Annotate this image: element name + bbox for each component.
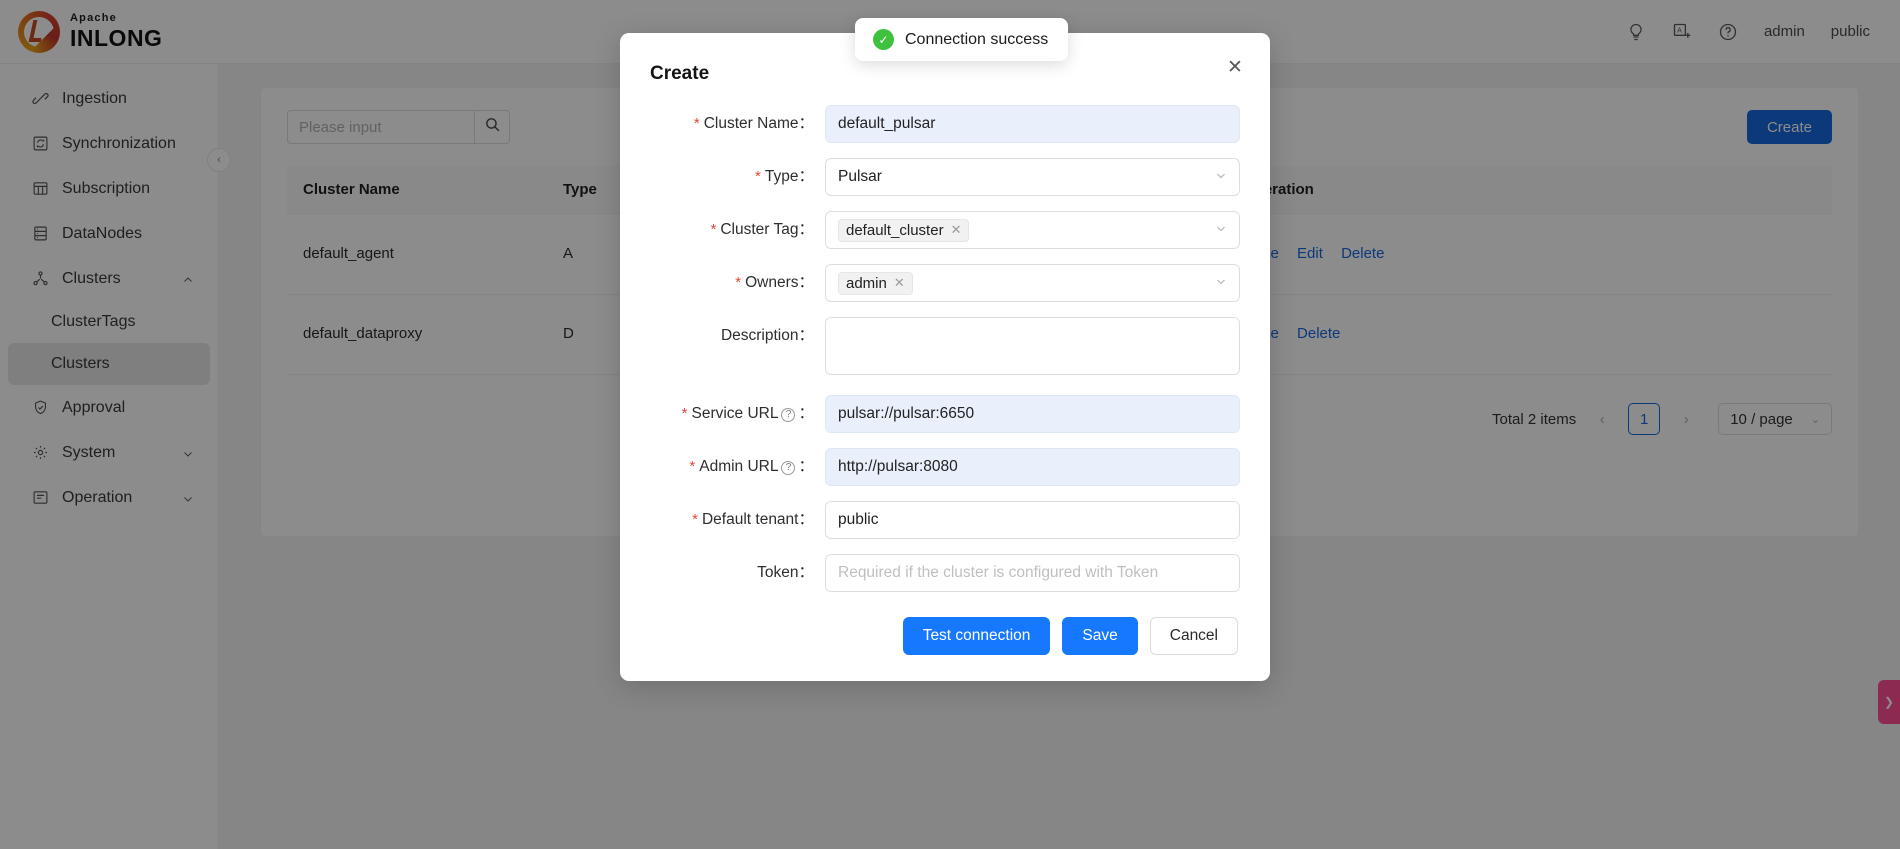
modal-title: Create [650, 63, 1240, 85]
required-marker: * [755, 168, 761, 185]
save-button[interactable]: Save [1062, 617, 1137, 655]
default-tenant-input[interactable] [825, 501, 1240, 539]
chevron-down-icon [1215, 223, 1227, 238]
help-icon[interactable]: ? [781, 461, 795, 475]
selected-tag: admin ✕ [838, 272, 913, 295]
owners-select[interactable]: admin ✕ [825, 264, 1240, 302]
help-icon[interactable]: ? [781, 408, 795, 422]
label-text: Description [721, 327, 799, 344]
field-cluster-name: *Cluster Name： [650, 105, 1240, 143]
field-label: *Type： [650, 158, 825, 196]
app-root: Apache INLONG A [0, 0, 1900, 849]
required-marker: * [735, 274, 741, 291]
label-text: Owners [745, 274, 798, 291]
required-marker: * [694, 115, 700, 132]
field-cluster-tag: *Cluster Tag： default_cluster ✕ [650, 211, 1240, 249]
tag-remove-icon[interactable]: ✕ [894, 275, 905, 291]
label-text: Service URL [691, 405, 778, 422]
label-text: Cluster Tag [720, 221, 798, 238]
cancel-button[interactable]: Cancel [1150, 617, 1238, 655]
toast-message: Connection success [905, 31, 1048, 49]
cluster-tag-select[interactable]: default_cluster ✕ [825, 211, 1240, 249]
selected-tag: default_cluster ✕ [838, 219, 969, 242]
label-text: Type [765, 168, 799, 185]
field-default-tenant: *Default tenant： [650, 501, 1240, 539]
check-circle-icon: ✓ [873, 29, 894, 50]
modal-footer: Test connection Save Cancel [650, 617, 1240, 655]
field-label: *Owners： [650, 264, 825, 302]
toast-notification: ✓ Connection success [855, 18, 1068, 61]
tag-remove-icon[interactable]: ✕ [951, 222, 962, 238]
label-text: Cluster Name [704, 115, 799, 132]
field-label: *Default tenant： [650, 501, 825, 539]
create-cluster-modal: Create ✕ *Cluster Name： *Type： Pulsar [620, 33, 1270, 681]
field-owners: *Owners： admin ✕ [650, 264, 1240, 302]
required-marker: * [711, 221, 717, 238]
service-url-input[interactable] [825, 395, 1240, 433]
close-icon[interactable]: ✕ [1224, 57, 1246, 79]
field-token: Token： [650, 554, 1240, 592]
required-marker: * [682, 405, 688, 422]
field-service-url: *Service URL?： [650, 395, 1240, 433]
field-label: Description： [650, 317, 825, 355]
required-marker: * [689, 458, 695, 475]
chevron-down-icon [1215, 276, 1227, 291]
test-connection-button[interactable]: Test connection [903, 617, 1051, 655]
tag-label: default_cluster [846, 222, 944, 239]
required-marker: * [692, 511, 698, 528]
tag-label: admin [846, 275, 887, 292]
label-text: Admin URL [699, 458, 778, 475]
cluster-name-input[interactable] [825, 105, 1240, 143]
field-label: *Cluster Tag： [650, 211, 825, 249]
admin-url-input[interactable] [825, 448, 1240, 486]
chevron-down-icon [1215, 170, 1227, 185]
token-input[interactable] [825, 554, 1240, 592]
field-description: Description： [650, 317, 1240, 380]
field-type: *Type： Pulsar [650, 158, 1240, 196]
field-label: *Cluster Name： [650, 105, 825, 143]
label-text: Token [757, 564, 798, 581]
field-label: *Admin URL?： [650, 448, 825, 486]
label-text: Default tenant [702, 511, 799, 528]
description-textarea[interactable] [825, 317, 1240, 375]
type-select[interactable]: Pulsar [825, 158, 1240, 196]
field-label: Token： [650, 554, 825, 592]
field-admin-url: *Admin URL?： [650, 448, 1240, 486]
type-select-value: Pulsar [838, 168, 882, 186]
field-label: *Service URL?： [650, 395, 825, 433]
